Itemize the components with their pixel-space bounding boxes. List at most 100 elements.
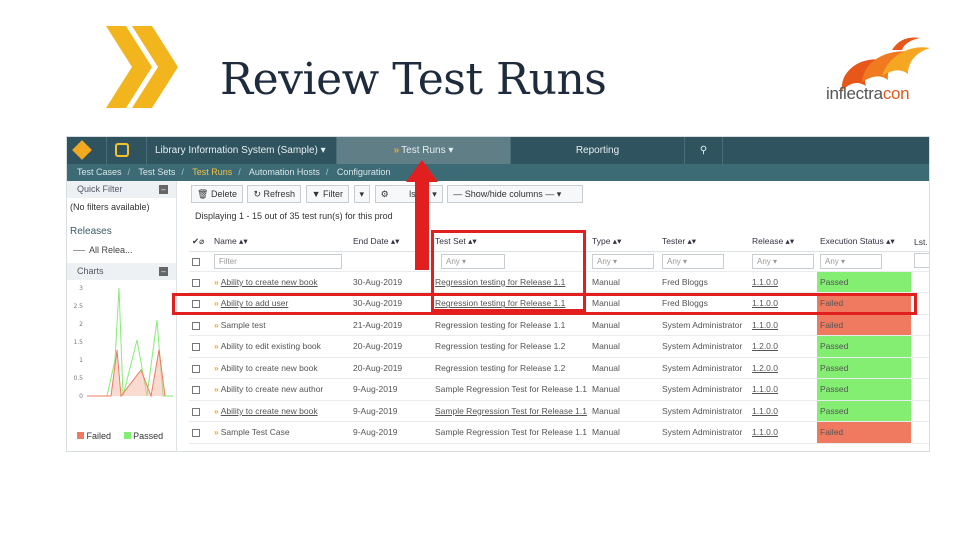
col-exec-status[interactable]: Execution Status ▴▾	[817, 233, 911, 252]
tab-test-runs-label: Test Runs	[401, 145, 446, 156]
quick-filter-label: Quick Filter	[77, 184, 123, 194]
delete-button[interactable]: 🗑 Delete	[191, 185, 243, 203]
type-cell: Manual	[589, 421, 659, 444]
logo-text-b: con	[882, 84, 910, 103]
run-name[interactable]: Ability to create new author	[221, 384, 324, 394]
row-checkbox[interactable]	[192, 407, 200, 416]
breadcrumb-nav: Test Cases / Test Sets / Test Runs / Automa…	[67, 164, 929, 181]
hexagon-logo-icon[interactable]	[107, 137, 147, 164]
paperclip-icon: ⌀	[199, 236, 205, 247]
ytick: 3	[79, 285, 83, 292]
status-badge: Passed	[817, 357, 911, 379]
top-navigation: Library Information System (Sample) ▾ » T…	[67, 137, 929, 164]
subnav-test-runs[interactable]: Test Runs	[192, 167, 232, 177]
run-name[interactable]: Ability to create new book	[221, 363, 318, 373]
type-cell: Manual	[589, 378, 659, 401]
row-checkbox[interactable]	[192, 429, 200, 437]
tester-cell: System Administrator	[659, 335, 749, 358]
name-filter-input[interactable]: Filter	[214, 253, 342, 269]
tester-filter[interactable]: Any ▾	[662, 253, 724, 269]
table-row[interactable]: » Ability to edit existing book 20-Aug-201…	[189, 335, 929, 358]
row-checkbox[interactable]	[192, 321, 200, 330]
chevron-icon: »	[214, 341, 219, 352]
table-row[interactable]: » Ability to create new book 9-Aug-2019 Sam…	[189, 400, 929, 422]
status-filter[interactable]: Any ▾	[820, 253, 882, 269]
table-row[interactable]: » Sample Test Case 9-Aug-2019 Sample Regres…	[189, 421, 929, 444]
col-name[interactable]: Name ▴▾	[211, 233, 350, 252]
filter-dropdown[interactable]: ▾	[353, 185, 371, 203]
row-checkbox[interactable]	[192, 278, 200, 287]
test-set-link[interactable]: Regression testing for Release 1.2	[435, 363, 565, 373]
table-row[interactable]: » Sample test 21-Aug-2019 Regression testin…	[189, 314, 929, 336]
subnav-test-cases[interactable]: Test Cases	[77, 167, 122, 177]
test-set-link[interactable]: Regression testing for Release 1.1	[435, 320, 565, 330]
refresh-icon: ↻	[253, 189, 262, 199]
release-filter[interactable]: Any ▾	[752, 253, 814, 269]
col-type[interactable]: Type ▴▾	[589, 233, 659, 252]
tab-reporting[interactable]: Reporting	[511, 137, 685, 164]
up-arrow-shaft	[415, 180, 429, 270]
release-link[interactable]: 1.1.0.0	[752, 320, 778, 330]
col-tester[interactable]: Tester ▴▾	[659, 233, 749, 252]
test-set-link[interactable]: Sample Regression Test for Release 1.1	[435, 427, 587, 437]
charts-header[interactable]: Charts –	[67, 263, 176, 280]
release-link[interactable]: 1.2.0.0	[752, 341, 778, 351]
col-release-label: Release	[752, 236, 784, 247]
run-name[interactable]: Ability to create new book	[221, 406, 318, 416]
status-badge: Passed	[817, 271, 911, 293]
select-all-checkbox[interactable]	[192, 257, 200, 266]
status-badge: Failed	[817, 421, 911, 444]
release-link[interactable]: 1.1.0.0	[752, 277, 778, 287]
table-row[interactable]: » Ability to create new author 9-Aug-2019 S…	[189, 378, 929, 401]
collapse-icon[interactable]: –	[159, 267, 168, 276]
run-name[interactable]: Sample test	[221, 320, 266, 330]
subnav-test-sets[interactable]: Test Sets	[138, 167, 175, 177]
subnav-automation-hosts[interactable]: Automation Hosts	[249, 167, 320, 177]
show-hide-columns-select[interactable]: — Show/hide columns — ▾	[447, 185, 584, 203]
col-release[interactable]: Release ▴▾	[749, 233, 817, 252]
legend-passed: Passed	[133, 431, 164, 441]
row-checkbox[interactable]	[192, 343, 200, 351]
run-name[interactable]: Sample Test Case	[221, 427, 290, 437]
release-link[interactable]: 1.1.0.0	[752, 384, 778, 394]
release-link[interactable]: 1.1.0.0	[752, 427, 778, 437]
last-filter[interactable]	[914, 252, 929, 268]
test-set-link[interactable]: Regression testing for Release 1.2	[435, 341, 565, 351]
app-menu-icon[interactable]	[67, 137, 107, 164]
type-cell: Manual	[589, 357, 659, 379]
select-all-header[interactable]: ✔⌀	[189, 233, 211, 252]
row-checkbox[interactable]	[192, 386, 200, 394]
logo-text: inflectracon	[826, 84, 910, 104]
test-set-link[interactable]: Sample Regression Test for Release 1.1	[435, 406, 587, 416]
refresh-button[interactable]: ↻ Refresh	[247, 185, 302, 203]
row-checkbox[interactable]	[192, 364, 200, 373]
funnel-icon: ▼	[311, 189, 321, 199]
run-name[interactable]: Ability to create new book	[221, 277, 318, 287]
status-badge: Passed	[817, 335, 911, 358]
type-cell: Manual	[589, 335, 659, 358]
table-row[interactable]: » Ability to create new book 20-Aug-2019 Re…	[189, 357, 929, 379]
status-badge: Passed	[817, 400, 911, 422]
filter-any: Any	[597, 256, 611, 266]
run-name[interactable]: Ability to edit existing book	[221, 341, 321, 351]
type-filter[interactable]: Any ▾	[592, 253, 654, 269]
test-set-link[interactable]: Sample Regression Test for Release 1.1	[435, 384, 587, 394]
search-icon[interactable]: ⚲	[685, 137, 723, 164]
slide: Review Test Runs inflectracon Library In…	[0, 0, 960, 540]
chart-legend: Failed Passed	[77, 431, 163, 441]
release-link[interactable]: 1.2.0.0	[752, 363, 778, 373]
product-selector[interactable]: Library Information System (Sample) ▾	[147, 137, 337, 164]
quick-filter-header[interactable]: Quick Filter –	[67, 181, 176, 198]
all-releases-label: All Relea...	[89, 245, 133, 255]
releases-heading: Releases	[70, 226, 112, 237]
gear-icon: ⚙	[380, 189, 389, 199]
col-last[interactable]: Lst.	[911, 233, 929, 252]
subnav-configuration[interactable]: Configuration	[337, 167, 391, 177]
product-name: Library Information System (Sample)	[155, 145, 318, 156]
all-releases-item[interactable]: All Relea...	[67, 237, 176, 255]
filter-button[interactable]: ▼ Filter	[305, 185, 350, 203]
chevron-icon: »	[393, 145, 399, 156]
collapse-icon[interactable]: –	[159, 185, 168, 194]
release-link[interactable]: 1.1.0.0	[752, 406, 778, 416]
toolbar: 🗑 Delete ↻ Refresh ▼ Filter ▾ ⚙ ls ▾ — S…	[191, 185, 585, 205]
